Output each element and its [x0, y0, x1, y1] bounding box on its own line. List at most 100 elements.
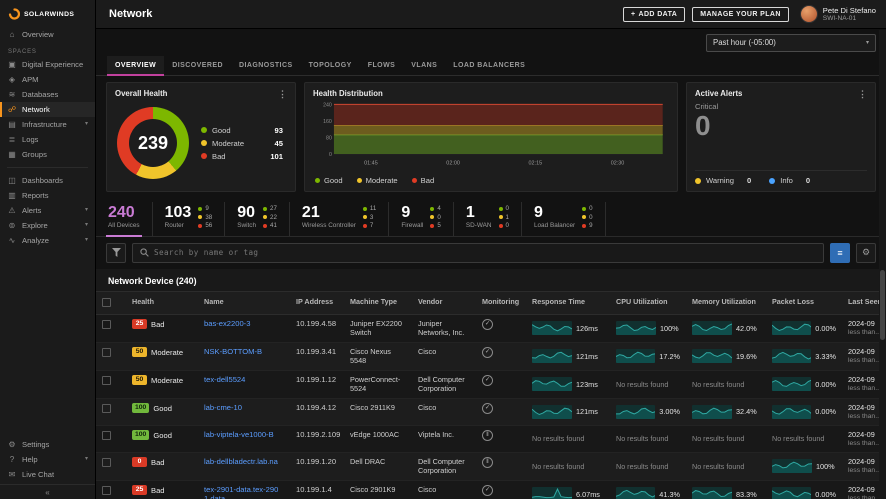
- vendor: Viptela Inc.: [418, 429, 454, 439]
- kebab-menu-icon[interactable]: ⋮: [278, 89, 287, 98]
- column-header-monitoring[interactable]: Monitoring: [476, 292, 526, 314]
- column-header-response[interactable]: Response Time: [526, 292, 610, 314]
- sidebar-bottom: ⚙ Settings? Help ▾ ✉ Live Chat: [0, 437, 95, 484]
- search-input[interactable]: [154, 248, 816, 257]
- column-header-memory[interactable]: Memory Utilization: [686, 292, 766, 314]
- device-type-stat-switch[interactable]: 90 Switch 27 22 41: [225, 202, 290, 236]
- kebab-menu-icon[interactable]: ⋮: [858, 89, 867, 98]
- sidebar-divider: [7, 167, 88, 168]
- column-header-vendor[interactable]: Vendor: [412, 292, 476, 314]
- sidebar-item-apm[interactable]: ◈ APM: [0, 72, 95, 87]
- sidebar-item-overview[interactable]: ⌂ Overview: [0, 27, 95, 42]
- overall-health-body: 239 Good 93 Moderate 45 Bad 101: [115, 101, 287, 185]
- sidebar-item-groups[interactable]: ▦ Groups: [0, 147, 95, 162]
- filter-button[interactable]: [106, 242, 126, 263]
- row-checkbox[interactable]: [102, 319, 111, 329]
- chevron-down-icon: ▾: [865, 40, 869, 46]
- monitoring-cell: ✓: [476, 481, 526, 499]
- sidebar-item-alerts[interactable]: ⚠ Alerts ▾: [0, 203, 95, 218]
- response-time-cell: 121ms: [526, 343, 610, 370]
- legend-label: Bad: [212, 151, 226, 161]
- list-view-button[interactable]: ≡: [830, 242, 850, 263]
- column-header-health[interactable]: Health: [126, 292, 198, 314]
- sidebar-item-label: APM: [22, 75, 39, 84]
- stat-label: Wireless Controller: [301, 222, 356, 229]
- device-type-stat-all-devices[interactable]: 240 All Devices: [106, 202, 153, 236]
- device-name-link[interactable]: tex-2901-data.tex-2901.data: [204, 485, 284, 499]
- machine-type: Cisco 2901K9: [350, 484, 396, 494]
- tab-topology[interactable]: TOPOLOGY: [301, 56, 360, 75]
- sidebar-collapse-button[interactable]: «: [0, 484, 95, 499]
- select-all-checkbox[interactable]: [102, 297, 111, 307]
- metric-value: 19.6%: [736, 351, 757, 361]
- page-title: Network: [109, 8, 153, 20]
- tab-flows[interactable]: FLOWS: [360, 56, 404, 75]
- tab-discovered[interactable]: DISCOVERED: [164, 56, 231, 75]
- column-header-label: Memory Utilization: [692, 296, 756, 306]
- row-checkbox[interactable]: [102, 403, 111, 413]
- cpu-utilization-cell: 100%: [610, 315, 686, 342]
- column-header-select[interactable]: [96, 292, 126, 314]
- sidebar-item-help[interactable]: ? Help ▾: [0, 452, 95, 467]
- add-data-button[interactable]: + ADD DATA: [623, 6, 686, 22]
- row-checkbox[interactable]: [102, 375, 111, 385]
- device-type-stat-wireless-controller[interactable]: 21 Wireless Controller 11 3 7: [290, 202, 390, 236]
- sidebar-item-analyze[interactable]: ∿ Analyze ▾: [0, 233, 95, 248]
- active-alerts-title: Active Alerts: [695, 89, 743, 98]
- column-header-packet[interactable]: Packet Loss: [766, 292, 842, 314]
- stat-value: 103: [164, 204, 192, 221]
- column-header-name[interactable]: Name: [198, 292, 290, 314]
- no-results-text: No results found: [616, 461, 669, 471]
- column-header-cpu[interactable]: CPU Utilization: [610, 292, 686, 314]
- sidebar-item-digital-experience[interactable]: ▣ Digital Experience: [0, 57, 95, 72]
- solarwinds-logo[interactable]: SOLARWINDS: [0, 0, 95, 27]
- time-range-select[interactable]: Past hour (-05:00) ▾: [706, 33, 876, 52]
- no-results-text: No results found: [532, 461, 585, 471]
- add-data-label: ADD DATA: [638, 10, 678, 18]
- row-select-cell: [96, 399, 126, 425]
- sidebar-item-label: Databases: [22, 90, 59, 99]
- user-menu[interactable]: Pete Di Stefano SWI-NA-01: [799, 5, 876, 23]
- column-header-machine[interactable]: Machine Type: [344, 292, 412, 314]
- device-name-link[interactable]: NSK-BOTTOM-B: [204, 347, 262, 357]
- sidebar-item-infrastructure[interactable]: ▤ Infrastructure ▾: [0, 117, 95, 132]
- tab-overview[interactable]: OVERVIEW: [107, 56, 165, 76]
- device-name-link[interactable]: lab-cme-10: [204, 403, 242, 413]
- sidebar-item-reports[interactable]: ▥ Reports: [0, 188, 95, 203]
- device-name-link[interactable]: lab-dellbladectr.lab.na: [204, 457, 278, 467]
- analyze-icon: ∿: [8, 236, 16, 245]
- sidebar-item-live-chat[interactable]: ✉ Live Chat: [0, 467, 95, 482]
- user-avatar[interactable]: [799, 5, 818, 23]
- sidebar-item-logs[interactable]: ≣ Logs: [0, 132, 95, 147]
- table-row: 0 Bad lab-dellbladectr.lab.na 10.199.1.20 De…: [96, 452, 886, 481]
- row-checkbox[interactable]: [102, 457, 111, 467]
- device-type-stat-firewall[interactable]: 9 Firewall 4 0 5: [389, 202, 454, 236]
- row-checkbox[interactable]: [102, 430, 111, 440]
- sidebar-item-explore[interactable]: ⊚ Explore ▾: [0, 218, 95, 233]
- manage-plan-button[interactable]: MANAGE YOUR PLAN: [692, 6, 789, 22]
- memory-utilization-cell: 83.3%: [686, 481, 766, 499]
- name-cell: bas-ex2200-3: [198, 315, 290, 342]
- device-name-link[interactable]: bas-ex2200-3: [204, 319, 250, 329]
- sidebar-item-databases[interactable]: ≋ Databases: [0, 87, 95, 102]
- tab-vlans[interactable]: VLANS: [403, 56, 445, 75]
- sidebar-item-settings[interactable]: ⚙ Settings: [0, 437, 95, 452]
- tab-diagnostics[interactable]: DIAGNOSTICS: [231, 56, 301, 75]
- scrollbar-thumb[interactable]: [880, 270, 885, 340]
- packet-loss-cell: 0.00%: [766, 371, 842, 398]
- device-name-link[interactable]: lab-viptela-ve1000-B: [204, 430, 274, 440]
- column-header-ip[interactable]: IP Address: [290, 292, 344, 314]
- sidebar-item-network[interactable]: ☍ Network: [0, 102, 95, 117]
- health-cell: 50 Moderate: [126, 343, 198, 370]
- device-type-stat-load-balancer[interactable]: 9 Load Balancer 0 0 9: [522, 202, 606, 236]
- table-settings-button[interactable]: ⚙: [856, 242, 876, 263]
- device-type-stat-sd-wan[interactable]: 1 SD-WAN 0 1 0: [454, 202, 522, 236]
- ip-address: 10.199.1.20: [296, 456, 337, 466]
- device-type-stat-router[interactable]: 103 Router 9 38 56: [153, 202, 226, 236]
- row-checkbox[interactable]: [102, 485, 111, 495]
- tab-load-balancers[interactable]: LOAD BALANCERS: [445, 56, 533, 75]
- device-name-link[interactable]: tex-dell5524: [204, 375, 245, 385]
- row-checkbox[interactable]: [102, 347, 111, 357]
- stat-breakdown: 405: [430, 205, 441, 230]
- sidebar-item-dashboards[interactable]: ◫ Dashboards: [0, 173, 95, 188]
